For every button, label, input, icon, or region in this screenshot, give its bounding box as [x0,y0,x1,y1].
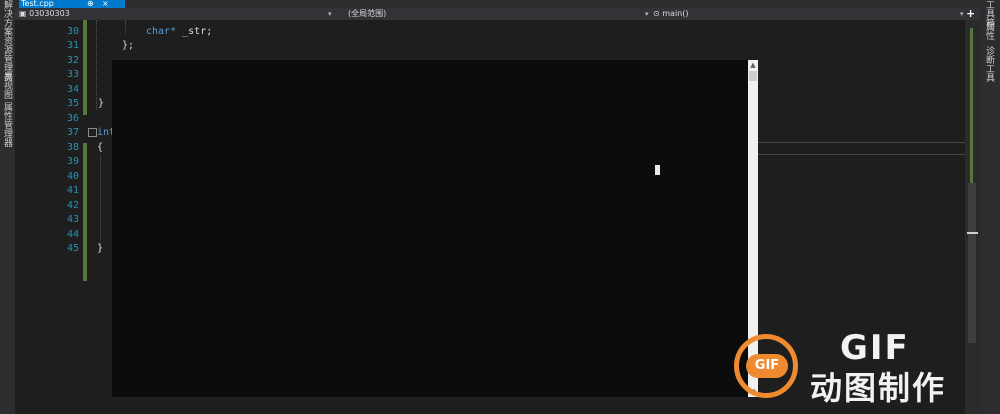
close-icon[interactable]: × [102,0,109,8]
scrollbar-thumb[interactable] [968,183,976,343]
line-number: 41 [66,185,79,196]
gif-watermark: GIF GIF 动图制作 [728,330,998,410]
watermark-text: 动图制作 [810,369,947,407]
code-line-45: } [97,243,104,254]
project-selector[interactable]: ▣ 03030303 [19,9,70,19]
line-number: 35 [66,98,79,109]
line-number: 44 [66,229,79,240]
property-manager-tab[interactable]: 属性管理器 [1,102,14,147]
console-caret [655,165,660,175]
code-line-31: }; [122,40,135,51]
class-view-tab[interactable]: 类视图 [1,72,14,99]
collapse-icon[interactable] [88,128,97,137]
line-number: 38 [66,142,79,153]
properties-tab[interactable]: 属性 [984,22,996,40]
code-line-30: char* _str; [146,26,213,37]
code-line-38: { [97,142,104,153]
scroll-up-arrow-icon[interactable]: ▲ [748,60,758,70]
watermark-badge: GIF [746,354,788,378]
console-window[interactable]: ▲ ▼ [112,60,758,397]
line-number: 42 [66,200,79,211]
chevron-down-icon[interactable]: ▾ [960,9,964,19]
split-editor-button[interactable]: + [966,8,998,20]
line-number: 30 [66,26,79,37]
change-indicator [83,20,87,115]
document-tab-row: Test.cpp ⊕ × [15,0,980,8]
pin-icon[interactable]: ⊕ [87,0,94,8]
solution-explorer-tab[interactable]: 解决方案资源管理器 [1,0,14,81]
indent-guide [96,20,97,110]
left-tool-strip: 解决方案资源管理器 类视图 属性管理器 [0,0,16,414]
chevron-down-icon[interactable]: ▾ [645,9,649,19]
chevron-down-icon[interactable]: ▾ [328,9,332,19]
line-number: 45 [66,243,79,254]
current-line-highlight [743,142,967,155]
line-number: 40 [66,171,79,182]
change-indicator [83,143,87,281]
tab-test-cpp[interactable]: Test.cpp ⊕ × [19,0,125,8]
tab-label: Test.cpp [21,0,54,8]
console-scrollbar-thumb[interactable] [749,71,757,81]
watermark-title: GIF [840,328,910,368]
indent-guide [100,155,101,252]
diagnostic-tools-tab[interactable]: 诊断工具 [984,46,996,82]
line-number: 43 [66,214,79,225]
member-selector[interactable]: ⊙ main() [653,9,688,19]
line-number: 34 [66,84,79,95]
scope-selector[interactable]: (全局范围) [348,9,386,19]
line-number: 31 [66,40,79,51]
line-number: 33 [66,69,79,80]
caret-position-marker [967,232,978,234]
function-icon: ⊙ [653,9,663,18]
line-number: 37 [66,127,79,138]
code-line-35: } [98,98,105,109]
line-number: 39 [66,156,79,167]
line-number: 36 [66,113,79,124]
project-icon: ▣ [19,9,30,18]
line-number: 32 [66,55,79,66]
indent-guide [125,20,126,34]
